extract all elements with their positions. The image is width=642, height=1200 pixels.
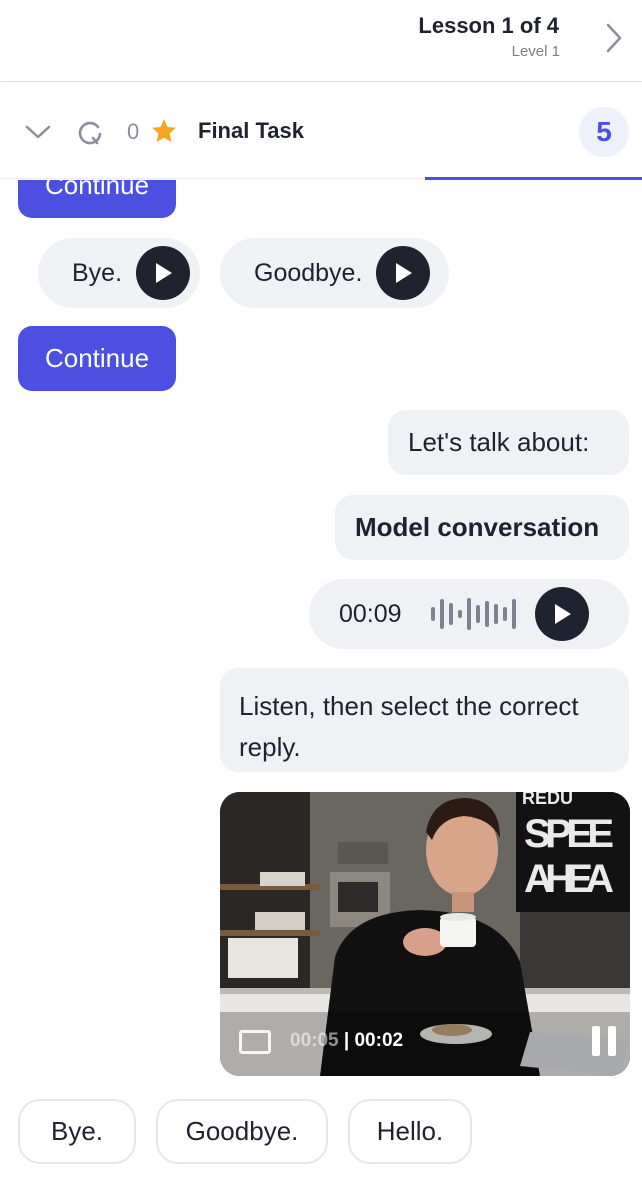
waveform-icon	[431, 594, 521, 634]
refresh-button[interactable]	[75, 117, 105, 147]
video-current-time: 00:05	[290, 1030, 339, 1051]
reply-option-goodbye[interactable]: Goodbye.	[156, 1099, 328, 1164]
reply-option-label: Hello.	[376, 1116, 444, 1146]
play-button[interactable]	[376, 246, 431, 300]
lesson-level: Level 1	[511, 43, 560, 60]
play-button[interactable]	[535, 587, 589, 641]
audio-option-bye[interactable]: Bye.	[38, 238, 200, 308]
continue-label: Continue	[44, 180, 150, 200]
fullscreen-button[interactable]	[239, 1030, 271, 1054]
pause-icon-bar	[608, 1026, 616, 1056]
svg-text:SPEE: SPEE	[524, 812, 614, 856]
reply-option-label: Goodbye.	[185, 1116, 299, 1146]
continue-button-previous[interactable]: Continue	[18, 180, 176, 218]
pause-button[interactable]	[592, 1026, 616, 1056]
voice-duration: 00:09	[339, 599, 402, 628]
svg-text:REDU: REDU	[522, 792, 573, 808]
pause-icon	[592, 1026, 600, 1056]
video-time: 00:05 | 00:02	[290, 1030, 403, 1052]
star-icon	[152, 119, 176, 142]
collapse-button[interactable]	[24, 119, 52, 145]
next-lesson-button[interactable]	[594, 17, 634, 59]
instruction-text: Listen, then select the correct reply.	[239, 691, 579, 762]
instruction-bubble: Listen, then select the correct reply.	[220, 668, 629, 772]
chat-area[interactable]: Continue Bye. Goodbye. Continue Let's ta…	[0, 180, 642, 1200]
continue-label: Continue	[44, 343, 150, 373]
score-count: 0	[127, 119, 140, 144]
play-icon	[555, 604, 571, 624]
reply-option-bye[interactable]: Bye.	[18, 1099, 136, 1164]
lesson-screen: Lesson 1 of 4 Level 1 0 Final Task 5 Con…	[0, 0, 642, 1200]
continue-button[interactable]: Continue	[18, 326, 176, 391]
audio-option-label: Bye.	[72, 258, 123, 287]
lesson-header: Lesson 1 of 4 Level 1	[0, 0, 642, 82]
lesson-title: Lesson 1 of 4	[418, 13, 559, 38]
task-count-badge: 5	[579, 107, 629, 157]
message-text: Let's talk about:	[408, 427, 590, 457]
audio-option-label: Goodbye.	[254, 258, 363, 287]
audio-option-goodbye[interactable]: Goodbye.	[220, 238, 449, 308]
video-duration: 00:02	[354, 1030, 404, 1051]
play-icon	[396, 263, 413, 283]
svg-text:AHEA: AHEA	[524, 857, 614, 901]
refresh-icon	[78, 121, 102, 145]
topic-bubble: Model conversation	[335, 495, 629, 560]
video-time-separator: |	[338, 1030, 355, 1051]
chevron-down-icon	[25, 125, 51, 139]
play-button[interactable]	[136, 246, 191, 300]
video-player[interactable]: REDU SPEE AHEA 00:05 | 00:02	[220, 792, 630, 1076]
topic-text: Model conversation	[355, 512, 600, 542]
chevron-right-icon	[606, 23, 622, 53]
message-bubble: Let's talk about:	[388, 410, 629, 475]
reply-option-label: Bye.	[50, 1116, 104, 1146]
task-bar: 0 Final Task 5	[0, 83, 642, 180]
task-title: Final Task	[198, 118, 304, 143]
reply-option-hello[interactable]: Hello.	[348, 1099, 472, 1164]
video-frame: REDU SPEE AHEA	[220, 792, 630, 1076]
voice-message[interactable]: 00:09	[309, 579, 629, 649]
play-icon	[156, 263, 173, 283]
